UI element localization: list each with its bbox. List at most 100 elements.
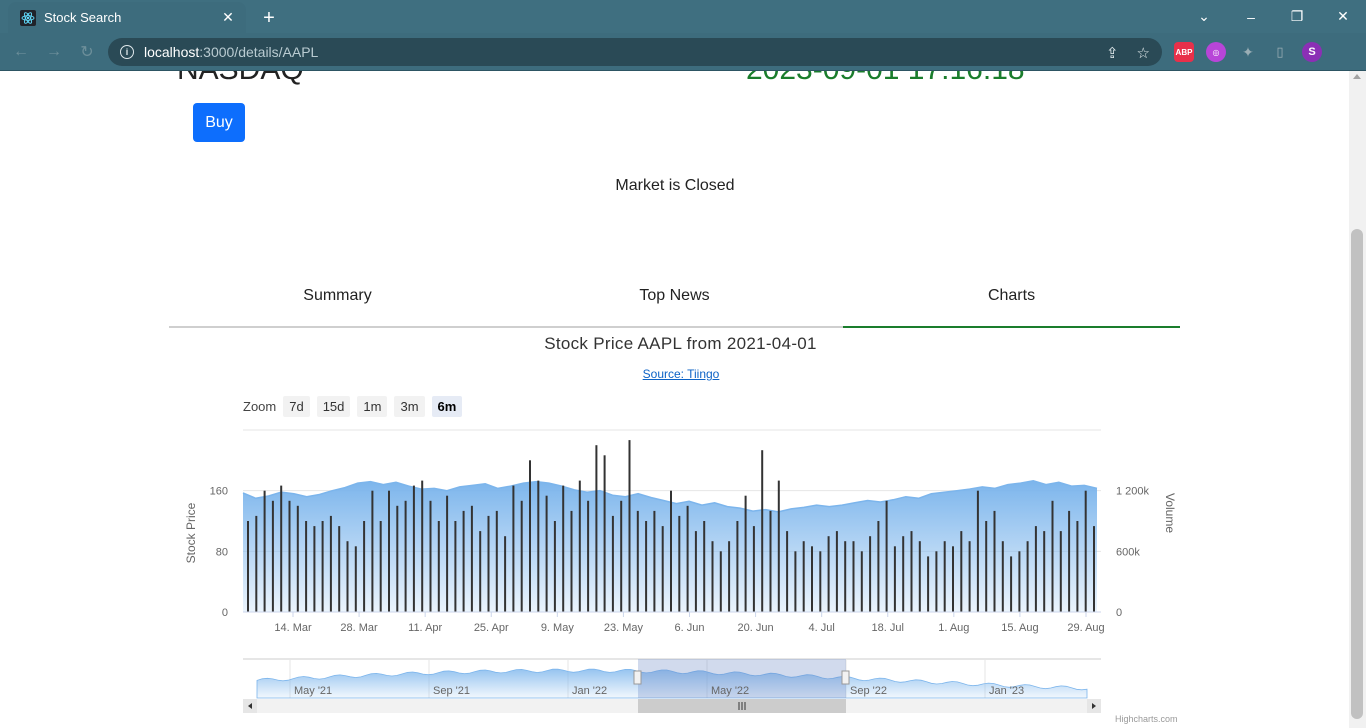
volume-bar: [1059, 531, 1062, 612]
volume-bar: [769, 510, 772, 612]
volume-bar: [1084, 490, 1087, 612]
x-tick-label: 11. Apr: [408, 622, 442, 634]
x-tick-label: 9. May: [541, 622, 575, 634]
volume-bar: [893, 546, 896, 612]
page-content: NASDAQ 2023-09-01 17:16:18 Buy Market is…: [0, 71, 1366, 728]
y-axis-right-title: Volume: [1163, 493, 1177, 533]
url-host: localhost: [144, 44, 200, 60]
volume-bar: [379, 521, 382, 612]
y-left-tick-label: 0: [222, 607, 228, 619]
volume-bar: [396, 505, 399, 612]
volume-bar: [628, 440, 631, 612]
side-panel-icon[interactable]: ▯: [1270, 42, 1290, 62]
navigator-label: Sep '22: [850, 685, 887, 697]
volume-bar: [678, 515, 681, 612]
volume-bar: [247, 521, 249, 612]
navigator-label: Jan '23: [989, 685, 1024, 697]
navigator-label: Jan '22: [572, 685, 607, 697]
volume-bar: [844, 541, 847, 612]
y-left-tick-label: 160: [210, 486, 228, 498]
new-tab-button[interactable]: +: [257, 6, 281, 30]
volume-bar: [993, 510, 996, 612]
volume-bar: [421, 480, 424, 612]
volume-bar: [985, 521, 988, 612]
forward-icon[interactable]: →: [43, 41, 65, 63]
x-tick-label: 20. Jun: [738, 622, 774, 634]
volume-bar: [927, 556, 930, 612]
volume-bar: [786, 531, 789, 612]
highcharts-credits[interactable]: Highcharts.com: [1115, 714, 1178, 724]
volume-bar: [354, 546, 357, 612]
volume-bar: [860, 551, 863, 612]
close-window-button[interactable]: ✕: [1320, 0, 1366, 33]
url-path: :3000/details/AAPL: [199, 44, 319, 60]
volume-bar: [313, 526, 316, 612]
restore-button[interactable]: ❐: [1274, 0, 1320, 33]
minimize-button[interactable]: –: [1228, 0, 1274, 33]
scroll-up-icon[interactable]: [1353, 74, 1361, 79]
x-tick-label: 18. Jul: [872, 622, 904, 634]
volume-bar: [1043, 531, 1046, 612]
volume-bar: [1051, 500, 1054, 612]
volume-bar: [363, 521, 366, 612]
reload-icon[interactable]: ↻: [76, 41, 98, 63]
y-left-tick-label: 80: [216, 546, 228, 558]
volume-bar: [819, 551, 822, 612]
volume-bar: [611, 515, 614, 612]
navigator-handle-left: [633, 670, 642, 685]
volume-bar: [943, 541, 946, 612]
browser-tab[interactable]: Stock Search ✕: [8, 2, 246, 33]
navigator-handle-right: [841, 670, 850, 685]
y-axis-left-title: Stock Price: [184, 502, 198, 563]
volume-bar: [404, 500, 407, 612]
volume-bar: [562, 485, 565, 612]
tab-search-icon[interactable]: ⌄: [1181, 0, 1227, 33]
volume-bar: [910, 531, 913, 612]
avatar[interactable]: S: [1302, 42, 1322, 62]
volume-bar: [670, 490, 672, 612]
x-tick-label: 4. Jul: [809, 622, 835, 634]
react-icon: [20, 9, 36, 26]
volume-bar: [1001, 541, 1004, 612]
share-icon[interactable]: ⇪: [1106, 44, 1119, 62]
volume-bar: [794, 551, 797, 612]
volume-bar: [479, 531, 482, 612]
volume-bar: [918, 541, 921, 612]
volume-bar: [288, 500, 291, 612]
browser-titlebar: Stock Search ✕ + ⌄ – ❐ ✕: [0, 0, 1366, 33]
volume-bar: [529, 460, 531, 612]
volume-bar: [545, 495, 548, 612]
volume-bar: [255, 515, 258, 612]
scroll-thumb[interactable]: [1351, 229, 1363, 719]
volume-bar: [487, 515, 490, 612]
volume-bar: [1010, 556, 1013, 612]
navigator-label: Sep '21: [433, 685, 470, 697]
back-icon[interactable]: ←: [10, 41, 32, 63]
site-info-icon[interactable]: i: [120, 45, 134, 59]
bookmark-star-icon[interactable]: ☆: [1137, 44, 1150, 62]
page-scrollbar[interactable]: [1349, 71, 1366, 728]
address-bar[interactable]: i localhost:3000/details/AAPL ⇪ ☆: [108, 38, 1162, 66]
navigator-label: May '22: [711, 685, 749, 697]
volume-bar: [935, 551, 938, 612]
volume-bar: [869, 536, 872, 612]
volume-bar: [321, 521, 324, 612]
volume-bar: [728, 541, 731, 612]
volume-bar: [280, 485, 283, 612]
adblock-icon[interactable]: ABP: [1174, 42, 1194, 62]
x-tick-label: 23. May: [604, 622, 644, 634]
volume-bar: [645, 521, 648, 612]
extension-icon[interactable]: ◎: [1206, 42, 1226, 62]
close-tab-icon[interactable]: ✕: [220, 9, 236, 26]
volume-bar: [412, 485, 415, 612]
volume-bar: [852, 541, 855, 612]
volume-bar: [636, 510, 639, 612]
stock-chart[interactable]: Stock Price Volume 0 80 160 0 600k 1 200k 14. Ma…: [0, 71, 1350, 728]
volume-bar: [902, 536, 905, 612]
volume-bar: [1018, 551, 1021, 612]
puzzle-icon[interactable]: ✦: [1238, 42, 1258, 62]
volume-bar: [470, 505, 473, 612]
x-tick-label: 25. Apr: [474, 622, 509, 634]
volume-bar: [752, 526, 755, 612]
volume-bar: [504, 536, 507, 612]
